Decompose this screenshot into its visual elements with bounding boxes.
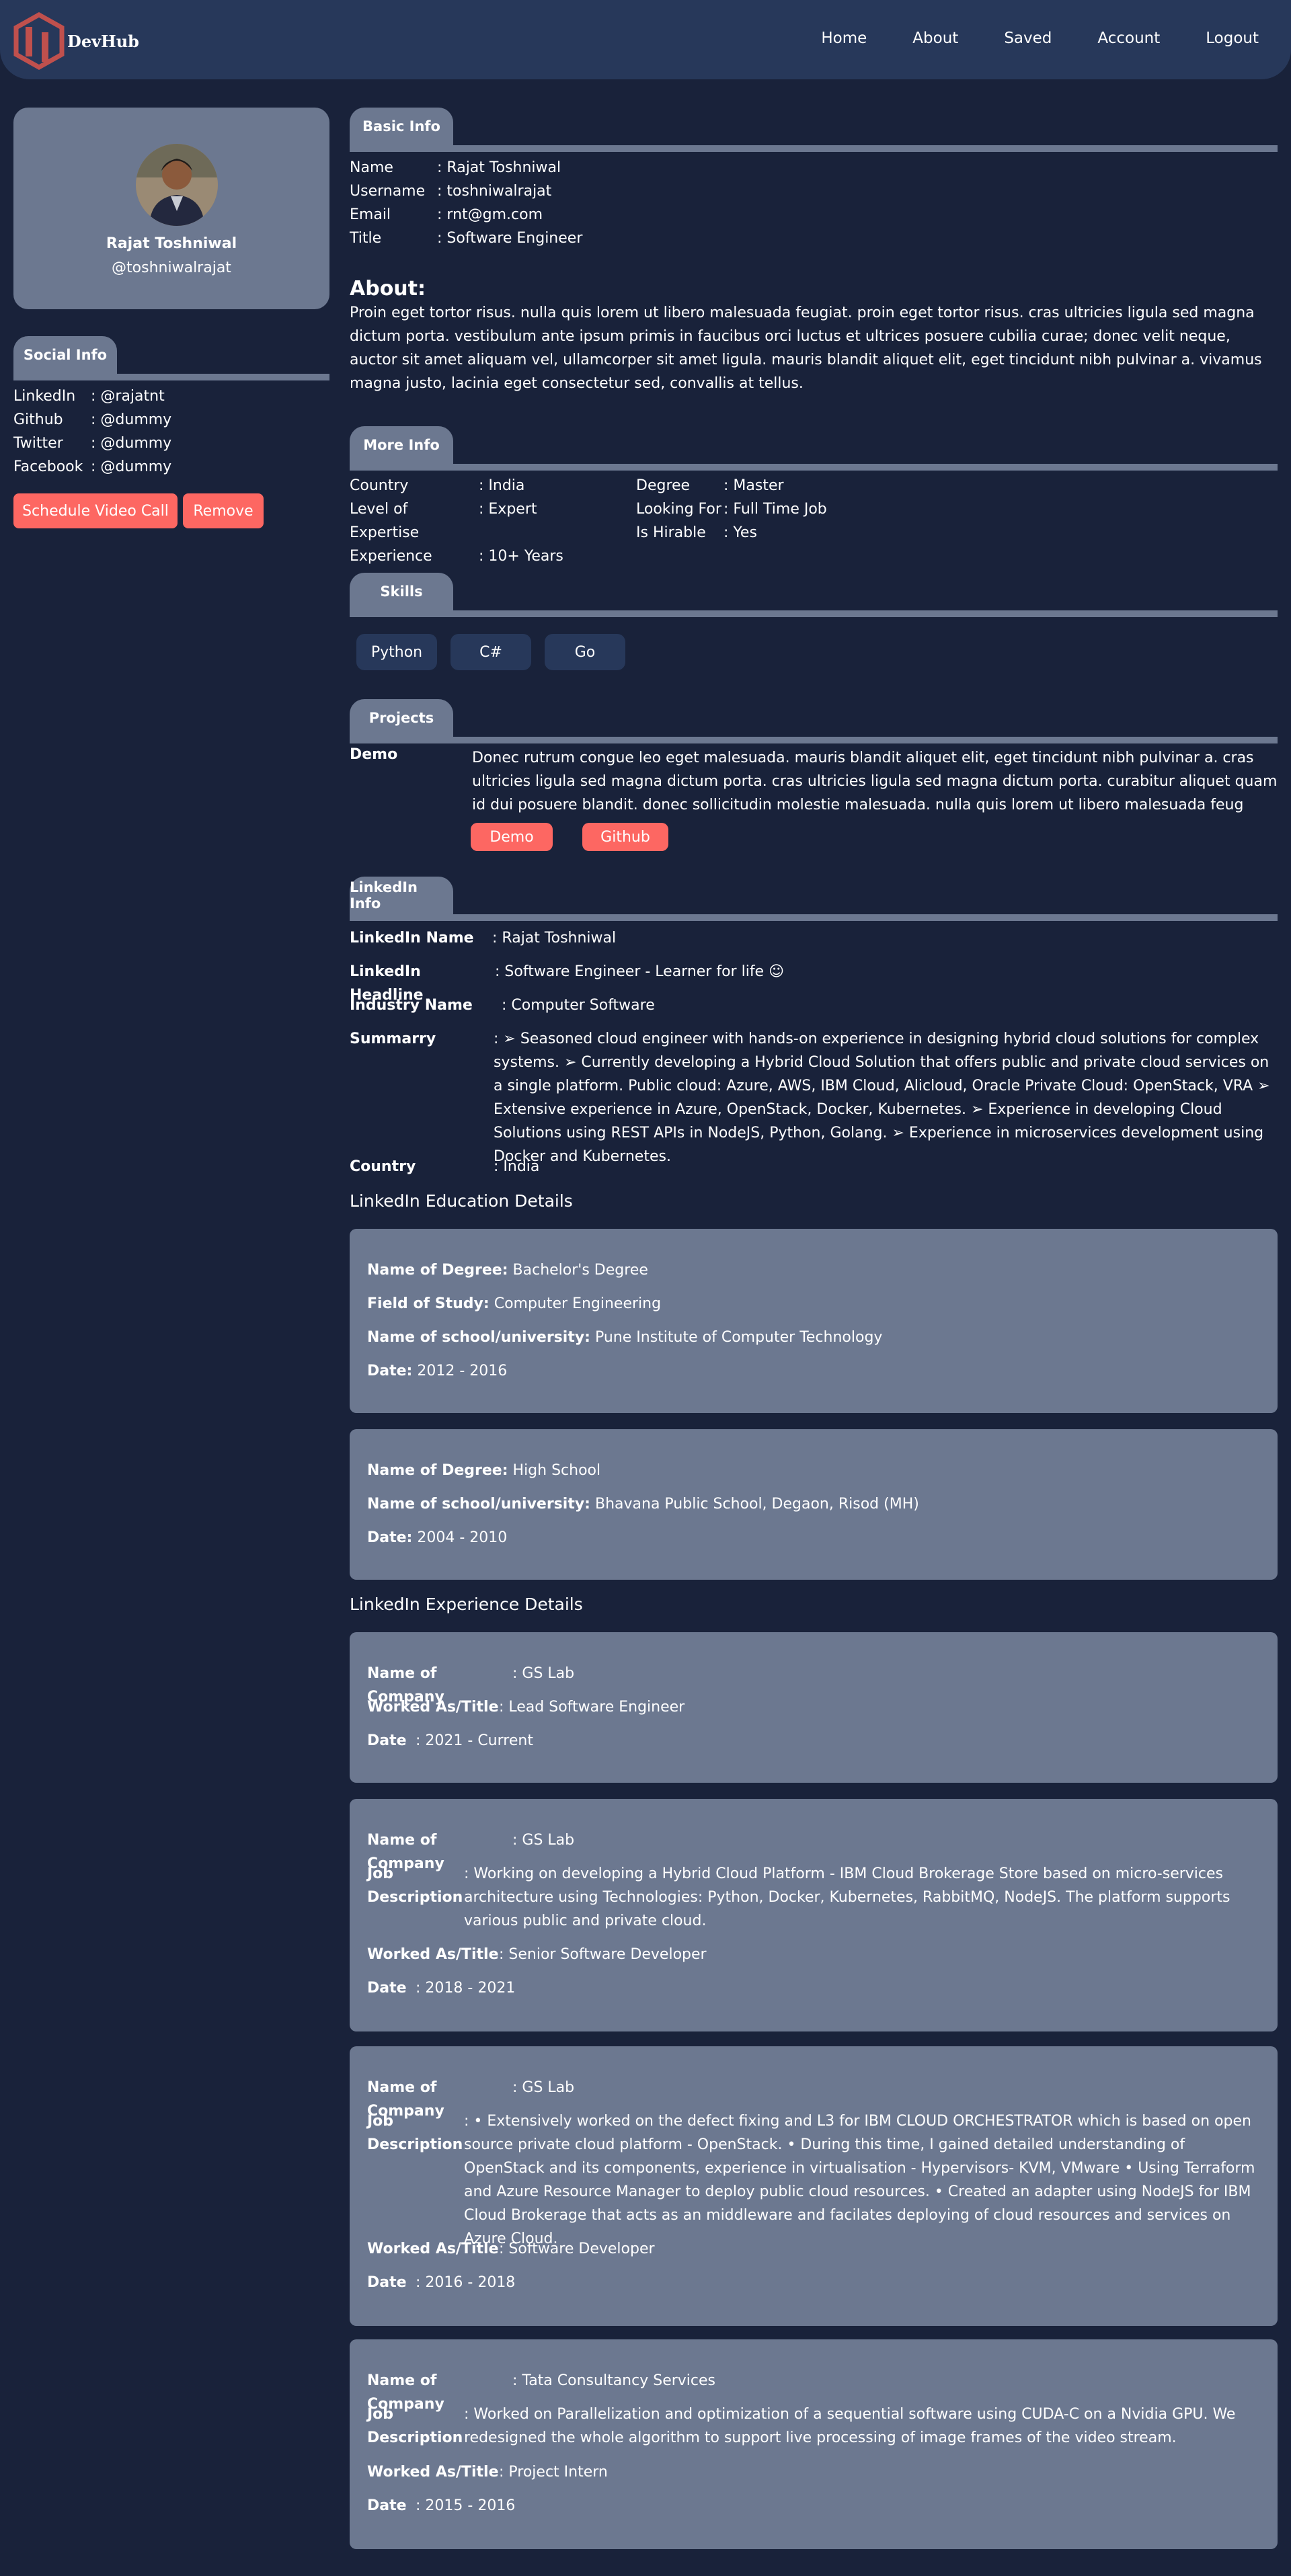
nav-saved[interactable]: Saved — [1004, 30, 1052, 47]
list-item: Is Hirable: Yes — [636, 524, 757, 541]
linkedin-link[interactable]: : @rajatnt — [91, 385, 165, 408]
title-row: Worked As/Title: Lead Software Engineer — [367, 1699, 685, 1716]
list-item: Github: @dummy — [13, 408, 171, 432]
divider — [350, 737, 1278, 743]
experience-card: Name of Company: GS Lab Job Description:… — [350, 1799, 1278, 2031]
list-item: Looking For: Full Time Job — [636, 501, 827, 518]
list-item: Level of Expertise: Expert — [350, 501, 537, 541]
date-row: Date: 2012 - 2016 — [367, 1363, 508, 1379]
list-item: Country: India — [350, 477, 525, 494]
date-row: Date: 2004 - 2010 — [367, 1529, 508, 1546]
logo[interactable]: DevHub — [12, 12, 139, 70]
facebook-link[interactable]: : @dummy — [91, 455, 171, 479]
tab-basic-info: Basic Info — [350, 108, 453, 145]
list-item: Username: toshniwalrajat — [350, 183, 552, 200]
degree-row: Name of Degree: Bachelor's Degree — [367, 1262, 648, 1279]
more-info-header: More Info — [350, 426, 1278, 471]
degree-row: Name of Degree: High School — [367, 1462, 601, 1479]
job-description-row: Job Description: Worked on Parallelizati… — [367, 2406, 1236, 2446]
date-row: Date: 2021 - Current — [367, 1732, 533, 1749]
top-navbar: DevHub Home About Saved Account Logout — [0, 0, 1291, 79]
about-title: About: — [350, 277, 426, 300]
github-link[interactable]: : @dummy — [91, 408, 171, 432]
job-description-row: Job Description: Working on developing a… — [367, 1865, 1230, 1929]
skill-chip: Python — [356, 634, 437, 670]
school-row: Name of school/university: Pune Institut… — [367, 1329, 883, 1346]
divider — [350, 464, 1278, 471]
nav-about[interactable]: About — [912, 30, 958, 47]
main-nav: Home About Saved Account Logout — [775, 30, 1259, 47]
divider — [350, 610, 1278, 617]
list-item: Name: Rajat Toshniwal — [350, 159, 561, 176]
divider — [13, 374, 329, 380]
date-row: Date: 2015 - 2016 — [367, 2497, 516, 2514]
basic-info-list: Name: Rajat Toshniwal Username: toshniwa… — [350, 156, 582, 250]
title-row: Worked As/Title: Senior Software Develop… — [367, 1946, 707, 1963]
remove-button[interactable]: Remove — [183, 493, 264, 528]
summary-row: Summarry : ➢ Seasoned cloud engineer wit… — [350, 1031, 1270, 1165]
tab-more-info: More Info — [350, 426, 453, 464]
linkedin-info-header: LinkedIn Info — [350, 877, 1278, 921]
basic-info-header: Basic Info — [350, 108, 1278, 152]
project-description: Donec rutrum congue leo eget malesuada. … — [472, 750, 1278, 813]
nav-logout[interactable]: Logout — [1206, 30, 1259, 47]
experience-card: Name of Company: GS Lab Job Description:… — [350, 2046, 1278, 2326]
field-row: Field of Study: Computer Engineering — [367, 1295, 662, 1312]
divider — [350, 145, 1278, 152]
avatar — [136, 144, 218, 226]
profile-handle: @toshniwalrajat — [112, 259, 231, 276]
country-row: Country : India — [350, 1158, 540, 1175]
project-name: Demo — [350, 746, 398, 763]
education-card: Name of Degree: Bachelor's Degree Field … — [350, 1229, 1278, 1413]
project-demo-button[interactable]: Demo — [471, 823, 553, 851]
nav-account[interactable]: Account — [1097, 30, 1160, 47]
twitter-link[interactable]: : @dummy — [91, 432, 171, 455]
tab-projects: Projects — [350, 699, 453, 737]
logo-text: DevHub — [67, 31, 139, 51]
list-item: Experience: 10+ Years — [350, 548, 563, 565]
title-row: Worked As/Title: Project Intern — [367, 2464, 608, 2481]
date-row: Date: 2018 - 2021 — [367, 1980, 516, 1997]
skill-chip: C# — [451, 634, 531, 670]
school-row: Name of school/university: Bhavana Publi… — [367, 1496, 919, 1513]
experience-card: Name of Company: Tata Consultancy Servic… — [350, 2339, 1278, 2549]
skills-header: Skills — [350, 573, 1278, 617]
list-item: Facebook: @dummy — [13, 455, 171, 479]
industry-row: Industry Name : Computer Software — [350, 997, 655, 1014]
tab-social-info: Social Info — [13, 336, 117, 374]
list-item: Twitter: @dummy — [13, 432, 171, 455]
list-item: Title: Software Engineer — [350, 230, 583, 247]
date-row: Date: 2016 - 2018 — [367, 2274, 516, 2291]
profile-name: Rajat Toshniwal — [106, 235, 237, 252]
job-description-row: Job Description: • Extensively worked on… — [367, 2113, 1255, 2247]
hexagon-logo-icon — [13, 12, 65, 70]
tab-linkedin-info: LinkedIn Info — [350, 877, 453, 914]
experience-card: Name of Company: GS Lab Worked As/Title:… — [350, 1632, 1278, 1783]
list-item: LinkedIn: @rajatnt — [13, 385, 171, 408]
education-card: Name of Degree: High School Name of scho… — [350, 1429, 1278, 1580]
more-info-left: Country: India Level of Expertise: Exper… — [350, 474, 563, 568]
divider — [350, 914, 1278, 921]
more-info-right: Degree: Master Looking For: Full Time Jo… — [636, 474, 827, 545]
nav-home[interactable]: Home — [821, 30, 867, 47]
experience-heading: LinkedIn Experience Details — [350, 1595, 583, 1614]
skill-chip: Go — [545, 634, 625, 670]
title-row: Worked As/Title: Software Developer — [367, 2241, 655, 2257]
social-info-header: Social Info — [13, 336, 329, 380]
schedule-video-call-button[interactable]: Schedule Video Call — [13, 493, 178, 528]
projects-header: Projects — [350, 699, 1278, 743]
social-list: LinkedIn: @rajatnt Github: @dummy Twitte… — [13, 385, 171, 479]
about-text: Proin eget tortor risus. nulla quis lore… — [350, 305, 1262, 392]
list-item: Degree: Master — [636, 477, 784, 494]
person-avatar-icon — [136, 144, 218, 226]
tab-skills: Skills — [350, 573, 453, 610]
linkedin-name-row: LinkedIn Name : Rajat Toshniwal — [350, 930, 617, 947]
profile-card: Rajat Toshniwal @toshniwalrajat — [13, 108, 329, 309]
project-github-button[interactable]: Github — [582, 823, 668, 851]
list-item: Email: rnt@gm.com — [350, 206, 543, 223]
education-heading: LinkedIn Education Details — [350, 1191, 573, 1211]
